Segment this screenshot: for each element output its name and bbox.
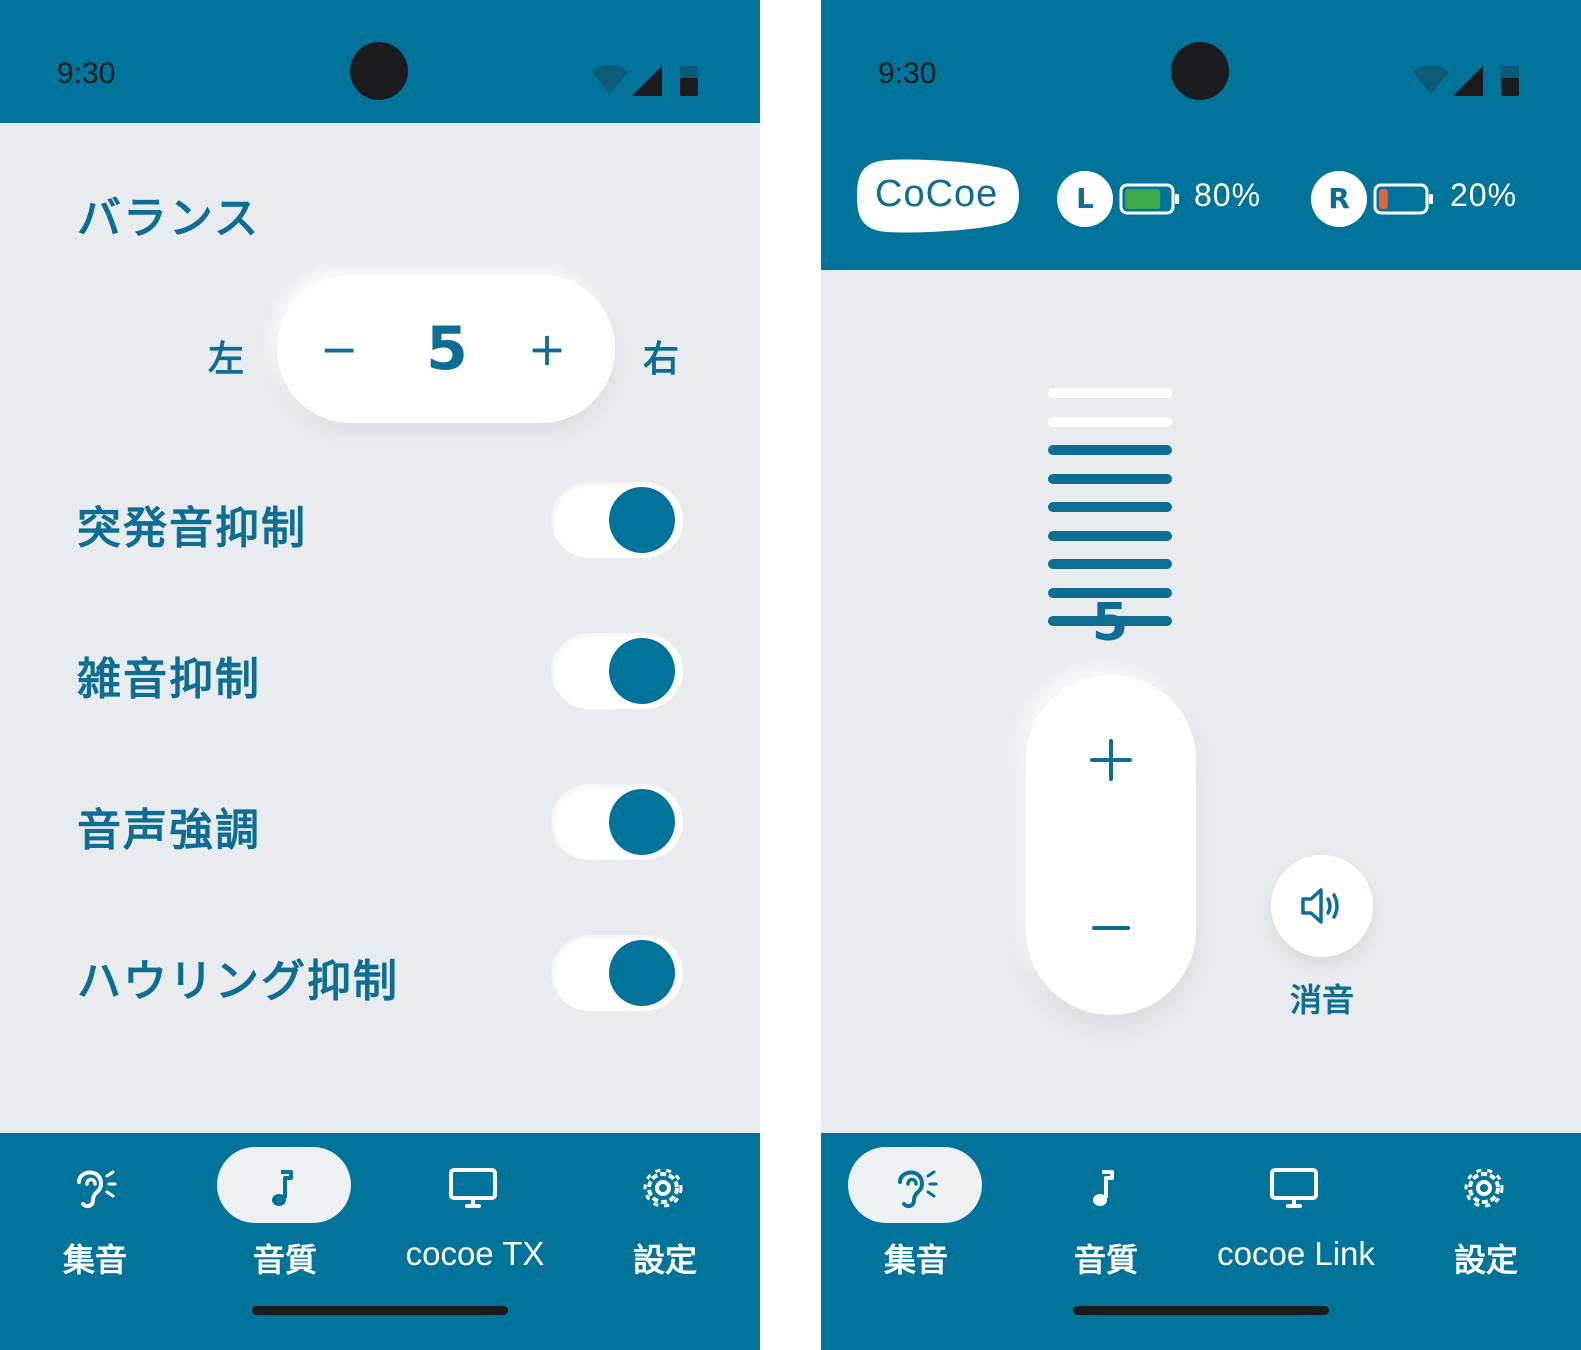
right-ear-badge: R xyxy=(1311,171,1367,227)
status-icons xyxy=(1413,65,1519,96)
voice-enhance-toggle[interactable] xyxy=(551,784,683,860)
nav-label: 設定 xyxy=(632,1241,697,1279)
toggle-knob xyxy=(609,638,675,704)
wifi-icon xyxy=(1413,65,1449,94)
logo-text: CoCoe xyxy=(875,173,999,215)
ear-icon xyxy=(77,1170,117,1209)
volume-level-bar xyxy=(1048,416,1172,427)
volume-level-bar xyxy=(1048,559,1172,569)
camera-cutout xyxy=(350,42,408,100)
nav-label: cocoe Link xyxy=(1217,1235,1375,1272)
balance-left-label: 左 xyxy=(208,339,245,380)
balance-title: バランス xyxy=(77,193,261,244)
toggle-row-noise: 雑音抑制 xyxy=(0,631,760,711)
volume-value: 5 xyxy=(1091,593,1129,653)
home-indicator[interactable] xyxy=(252,1306,508,1315)
volume-level-bar xyxy=(1048,473,1172,484)
volume-level-bar xyxy=(1048,388,1172,398)
right-battery-icon xyxy=(1373,183,1433,215)
toggle-label: 音声強調 xyxy=(77,805,261,856)
status-time: 9:30 xyxy=(57,57,116,90)
sudden-sound-toggle[interactable] xyxy=(551,482,683,558)
monitor-icon xyxy=(449,1168,497,1208)
status-time: 9:30 xyxy=(878,57,937,90)
volume-level-bar xyxy=(1048,530,1172,541)
howling-suppression-toggle[interactable] xyxy=(551,935,683,1011)
volume-up-button[interactable] xyxy=(1066,715,1156,805)
signal-icon xyxy=(632,66,662,96)
status-bar: 9:30 xyxy=(0,0,760,123)
volume-down-button[interactable] xyxy=(1066,883,1156,973)
nav-label: 音質 xyxy=(252,1241,317,1279)
volume-control xyxy=(1026,675,1196,1015)
left-battery-icon xyxy=(1119,183,1179,215)
monitor-icon xyxy=(1270,1168,1318,1208)
toggle-label: 雑音抑制 xyxy=(77,654,261,705)
toggle-row-sudden-sound: 突発音抑制 xyxy=(0,480,760,560)
left-battery-percent: 80% xyxy=(1194,177,1262,213)
status-bar: 9:30 xyxy=(821,0,1581,123)
toggle-label: 突発音抑制 xyxy=(77,503,307,554)
right-phone-screen: 9:30 CoCoe L 80% R 20% 5 消音 集音 音質 cocoe … xyxy=(821,0,1581,1350)
nav-label: 集音 xyxy=(883,1241,948,1279)
balance-plus-button[interactable]: + xyxy=(517,311,577,387)
gear-icon xyxy=(1464,1168,1504,1208)
bottom-nav: 集音 音質 cocoe Link 設定 xyxy=(821,1133,1581,1350)
balance-right-label: 右 xyxy=(643,339,680,380)
gear-icon xyxy=(643,1168,683,1208)
mute-button[interactable] xyxy=(1271,855,1373,957)
toggle-row-voice: 音声強調 xyxy=(0,782,760,862)
nav-item-sound-collect[interactable]: 集音 xyxy=(0,1147,190,1279)
balance-stepper: − 5 + xyxy=(277,275,615,423)
nav-item-sound-quality[interactable]: 音質 xyxy=(190,1147,380,1279)
bottom-nav: 集音 音質 cocoe TX 設定 xyxy=(0,1133,760,1350)
toggle-knob xyxy=(609,487,675,553)
nav-label: 設定 xyxy=(1453,1241,1518,1279)
music-note-icon xyxy=(272,1170,293,1206)
device-header: CoCoe L 80% R 20% xyxy=(821,123,1581,270)
nav-item-sound-collect[interactable]: 集音 xyxy=(821,1147,1011,1279)
ear-icon xyxy=(898,1170,938,1209)
status-icons xyxy=(592,65,698,96)
nav-item-settings[interactable]: 設定 xyxy=(570,1147,760,1279)
balance-minus-button[interactable]: − xyxy=(309,311,369,387)
toggle-knob xyxy=(609,940,675,1006)
camera-cutout xyxy=(1171,42,1229,100)
left-ear-badge: L xyxy=(1057,171,1113,227)
right-battery-percent: 20% xyxy=(1450,177,1518,213)
nav-label: cocoe TX xyxy=(405,1235,545,1272)
mute-label: 消音 xyxy=(1289,981,1354,1019)
noise-suppression-toggle[interactable] xyxy=(551,633,683,709)
nav-item-cocoe-link[interactable]: cocoe Link xyxy=(1201,1147,1391,1277)
toggle-label: ハウリング抑制 xyxy=(77,956,399,1007)
home-indicator[interactable] xyxy=(1073,1306,1329,1315)
music-note-icon xyxy=(1093,1170,1114,1206)
volume-level-bar xyxy=(1048,445,1172,455)
left-phone-screen: 9:30 バランス 左 右 − 5 + 突発音抑制 雑音抑制 音声強調 ハウリン… xyxy=(0,0,760,1350)
wifi-icon xyxy=(592,65,628,94)
nav-item-sound-quality[interactable]: 音質 xyxy=(1011,1147,1201,1279)
signal-icon xyxy=(1453,66,1483,96)
nav-label: 音質 xyxy=(1073,1241,1138,1279)
speaker-icon xyxy=(1301,888,1339,924)
toggle-row-howling: ハウリング抑制 xyxy=(0,933,760,1013)
nav-item-settings[interactable]: 設定 xyxy=(1391,1147,1581,1279)
volume-level-bar xyxy=(1048,502,1172,512)
balance-value: 5 xyxy=(426,314,468,384)
nav-label: 集音 xyxy=(62,1241,127,1279)
toggle-knob xyxy=(609,789,675,855)
nav-item-cocoe-tx[interactable]: cocoe TX xyxy=(380,1147,570,1277)
